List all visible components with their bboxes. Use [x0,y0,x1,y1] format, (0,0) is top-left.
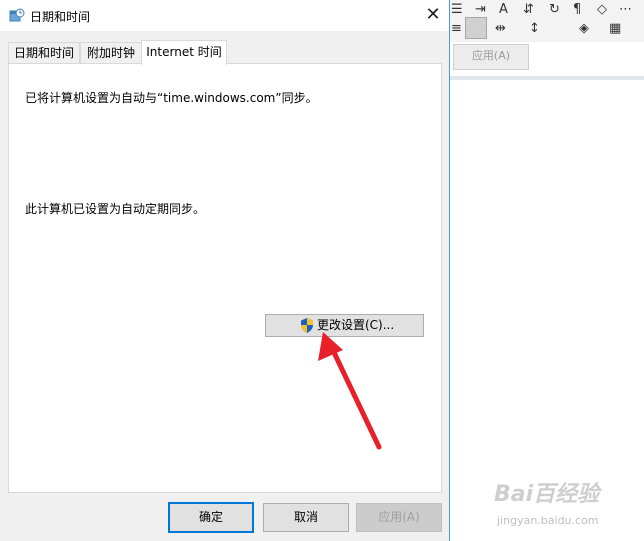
sync-status-text: 已将计算机设置为自动与“time.windows.com”同步。 [25,91,318,105]
auto-sync-text: 此计算机已设置为自动定期同步。 [25,202,206,216]
align-left-icon[interactable]: ☰ [451,3,463,17]
clock-calendar-icon [9,8,25,22]
divider [449,76,644,80]
change-settings-label: 更改设置(C)... [317,318,395,332]
redo-icon[interactable]: ↻ [549,3,560,17]
change-settings-button[interactable]: 更改设置(C)... [265,314,424,337]
apply-button[interactable]: 应用(A) [356,503,442,532]
border-icon[interactable]: ▦ [609,22,621,36]
fill-icon[interactable]: ◇ [597,3,607,17]
line-spacing-icon[interactable]: ↕ [529,22,540,36]
text-direction-icon[interactable]: ¶ [573,3,581,17]
indent-icon[interactable]: ⇥ [475,3,486,17]
shading-icon[interactable]: ◈ [579,22,589,36]
sort-icon[interactable]: ⇵ [523,3,534,17]
cancel-button[interactable]: 取消 [263,503,349,532]
watermark-url: jingyan.baidu.com [497,514,599,527]
ribbon-toolbar: ☰ ⇥ A ⇵ ↻ ¶ ◇ ⋯ ≡ ⇹ ↕ ◈ ▦ [449,0,644,42]
font-effect-icon[interactable]: A [499,3,508,17]
ok-button[interactable]: 确定 [168,502,254,533]
bg-apply-button[interactable]: 应用(A) [453,44,529,70]
more-icon[interactable]: ⋯ [619,3,632,17]
justify-selected-icon[interactable] [465,17,487,39]
tab-date-time[interactable]: 日期和时间 [8,42,80,63]
title-bar[interactable]: 日期和时间 ✕ [0,0,449,31]
dialog-title: 日期和时间 [30,10,91,24]
align-right-icon[interactable]: ≡ [451,22,462,36]
tab-panel: 已将计算机设置为自动与“time.windows.com”同步。 此计算机已设置… [8,63,442,493]
watermark: Bai百经验 jingyan.baidu.com [492,476,642,536]
date-time-dialog: 日期和时间 ✕ 日期和时间 附加时钟 Internet 时间 已将计算机设置为自… [0,0,450,541]
watermark-logo: Bai百经验 [494,482,600,507]
distribute-icon[interactable]: ⇹ [495,22,506,36]
tab-internet-time[interactable]: Internet 时间 [141,40,227,65]
tab-additional-clocks[interactable]: 附加时钟 [80,42,142,63]
close-button[interactable]: ✕ [418,2,448,28]
background-word-processor: ☰ ⇥ A ⇵ ↻ ¶ ◇ ⋯ ≡ ⇹ ↕ ◈ ▦ 应用(A) [449,0,644,541]
uac-shield-icon [301,318,313,333]
